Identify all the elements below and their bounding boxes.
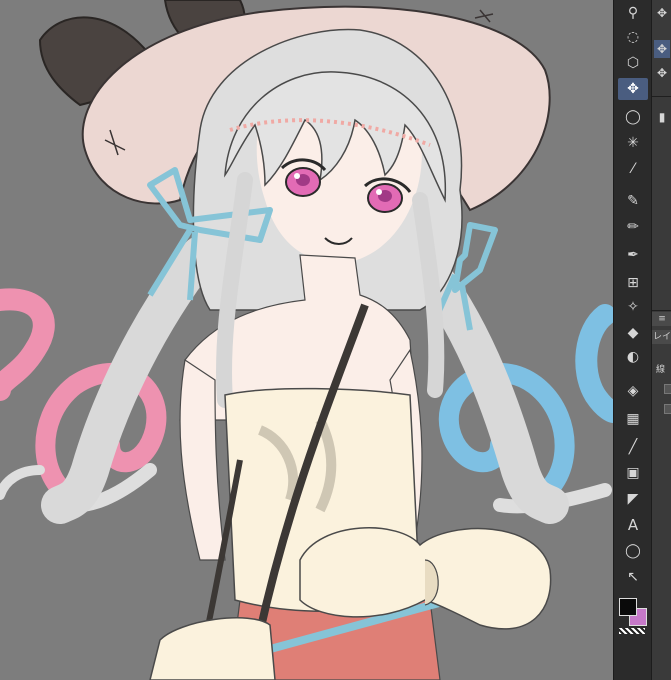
panel-tab-collapse[interactable]: ≡	[652, 312, 671, 326]
eraser-icon[interactable]: ◆	[618, 322, 648, 344]
brush-icon[interactable]: ✒	[618, 244, 648, 266]
text-tool-icon[interactable]: A	[618, 514, 648, 536]
move-layer-icon[interactable]: ✥	[618, 78, 648, 100]
decoration-icon[interactable]: ✧	[618, 296, 648, 318]
object-select-icon[interactable]: ⬡	[618, 52, 648, 74]
correct-line-icon[interactable]: ↖	[618, 566, 648, 588]
gradient-icon[interactable]: ▦	[618, 408, 648, 430]
blend-icon[interactable]: ◐	[618, 346, 648, 368]
transparent-color-swatch[interactable]	[619, 628, 645, 634]
airbrush-icon[interactable]: ⊞	[618, 272, 648, 294]
magic-wand-icon[interactable]: ✳	[618, 132, 648, 154]
eyedropper-icon[interactable]: ⁄	[618, 158, 648, 180]
sub-tool-panel: ✥ ✥ ✥ ▮ ≡ レイ 線	[651, 0, 671, 680]
color-swatch[interactable]	[617, 596, 649, 636]
lasso-fill-icon[interactable]: ◯	[618, 106, 648, 128]
pencil-icon[interactable]: ✏	[618, 216, 648, 238]
layer-checkbox-1[interactable]	[664, 384, 671, 394]
fill-icon[interactable]: ◈	[618, 380, 648, 402]
ruler-icon[interactable]: ◤	[618, 488, 648, 510]
tool-palette: ⚲ ◌ ⬡ ✥ ◯ ✳ ⁄ ✎ ✏ ✒ ⊞ ✧ ◆ ◐ ◈ ▦ ╱ ▣ ◤ A ◯ ↖	[613, 0, 652, 680]
artwork	[0, 0, 613, 680]
move-layer-sub-icon[interactable]: ✥	[654, 40, 670, 58]
balloon-icon[interactable]: ◯	[618, 540, 648, 562]
layer-option-label: 線	[656, 365, 666, 375]
lasso-select-icon[interactable]: ◌	[618, 26, 648, 48]
move-icon[interactable]: ✥	[654, 4, 670, 22]
scroll-handle-icon[interactable]: ▮	[654, 108, 670, 126]
foreground-color-swatch[interactable]	[619, 598, 637, 616]
figure-icon[interactable]: ╱	[618, 436, 648, 458]
layer-checkbox-2[interactable]	[664, 404, 671, 414]
frame-border-icon[interactable]: ▣	[618, 462, 648, 484]
drawing-canvas[interactable]	[0, 0, 613, 680]
pen-icon[interactable]: ✎	[618, 190, 648, 212]
move-object-icon[interactable]: ✥	[654, 64, 670, 82]
zoom-tool-icon[interactable]: ⚲	[618, 2, 648, 24]
layer-panel-tab[interactable]: レイ	[652, 330, 671, 344]
